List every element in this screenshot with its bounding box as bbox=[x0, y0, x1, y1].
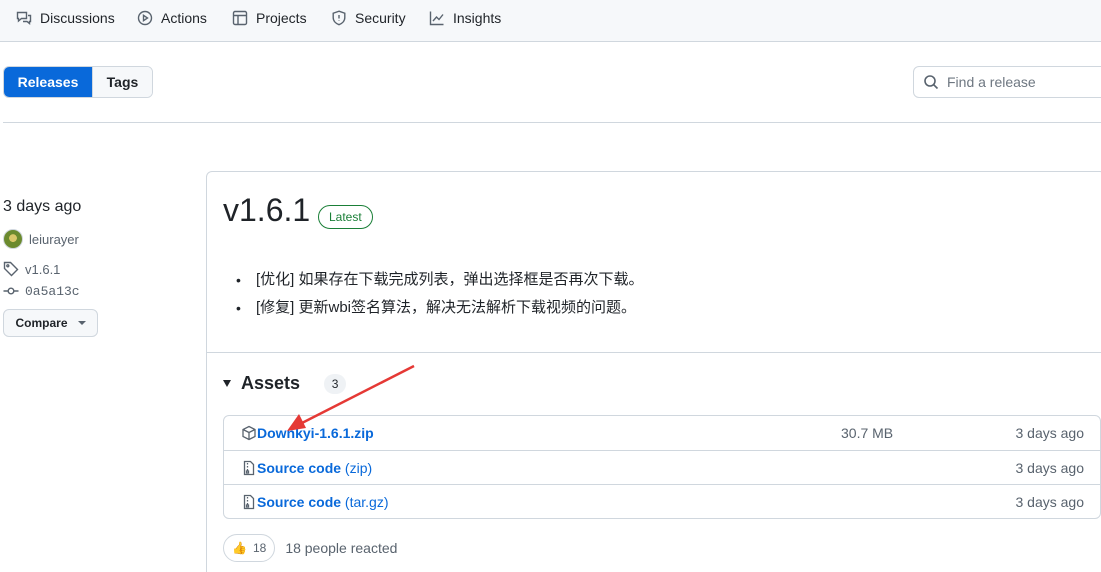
reaction-count: 18 bbox=[252, 541, 267, 555]
asset-row: Source code (tar.gz) 3 days ago bbox=[224, 484, 1100, 518]
asset-link[interactable]: Downkyi-1.6.1.zip bbox=[257, 425, 374, 441]
shield-icon bbox=[332, 10, 346, 26]
tags-tab[interactable]: Tags bbox=[92, 67, 152, 97]
tag-label[interactable]: v1.6.1 bbox=[25, 262, 60, 277]
release-notes: • [优化] 如果存在下载完成列表，弹出选择框是否再次下载。 • [修复] 更新… bbox=[236, 266, 644, 322]
nav-insights[interactable]: Insights bbox=[429, 0, 501, 36]
nav-label: Discussions bbox=[40, 10, 115, 26]
chevron-down-icon bbox=[77, 321, 86, 325]
thumbs-up-icon: 👍 bbox=[232, 541, 247, 555]
section-divider bbox=[207, 352, 1101, 353]
asset-time: 3 days ago bbox=[1015, 425, 1085, 441]
release-commit[interactable]: 0a5a13c bbox=[3, 283, 80, 299]
release-title[interactable]: v1.6.1 bbox=[223, 192, 310, 229]
comment-discussion-icon bbox=[16, 11, 32, 25]
play-icon bbox=[137, 10, 153, 26]
asset-row: Downkyi-1.6.1.zip 30.7 MB 3 days ago bbox=[224, 416, 1100, 450]
divider bbox=[3, 122, 1101, 123]
bullet: • bbox=[236, 272, 241, 288]
assets-title: Assets bbox=[241, 373, 301, 393]
assets-list: Downkyi-1.6.1.zip 30.7 MB 3 days ago Sou… bbox=[223, 415, 1101, 519]
asset-name[interactable]: Downkyi-1.6.1.zip bbox=[257, 425, 374, 441]
triangle-down-icon bbox=[223, 380, 231, 387]
release-author[interactable]: leiurayer bbox=[3, 229, 79, 249]
nav-actions[interactable]: Actions bbox=[137, 0, 207, 36]
avatar[interactable] bbox=[3, 229, 23, 249]
nav-label: Security bbox=[355, 10, 406, 26]
reaction-summary: 18 people reacted bbox=[285, 540, 398, 556]
release-tag[interactable]: v1.6.1 bbox=[3, 261, 60, 277]
release-note-item: • [修复] 更新wbi签名算法，解决无法解析下载视频的问题。 bbox=[236, 294, 644, 322]
latest-badge: Latest bbox=[318, 205, 373, 229]
nav-label: Actions bbox=[161, 10, 207, 26]
nav-label: Insights bbox=[453, 10, 502, 26]
asset-ext[interactable]: (zip) bbox=[345, 460, 372, 476]
releases-tab[interactable]: Releases bbox=[4, 67, 92, 97]
asset-time: 3 days ago bbox=[1015, 493, 1085, 510]
release-note-item: • [优化] 如果存在下载完成列表，弹出选择框是否再次下载。 bbox=[236, 266, 644, 294]
bullet: • bbox=[236, 300, 241, 316]
tag-icon bbox=[3, 261, 19, 277]
nav-projects[interactable]: Projects bbox=[232, 0, 307, 36]
compare-button[interactable]: Compare bbox=[3, 309, 98, 337]
release-date: 3 days ago bbox=[3, 198, 82, 215]
release-search bbox=[913, 66, 1101, 98]
repo-nav: Discussions Actions Projects Security In… bbox=[0, 0, 1101, 42]
note-text: [优化] 如果存在下载完成列表，弹出选择框是否再次下载。 bbox=[256, 271, 644, 288]
compare-label: Compare bbox=[15, 316, 68, 330]
note-text: [修复] 更新wbi签名算法，解决无法解析下载视频的问题。 bbox=[256, 299, 637, 316]
assets-count: 3 bbox=[324, 373, 347, 394]
assets-toggle[interactable]: Assets 3 bbox=[223, 373, 347, 394]
asset-size: 30.7 MB bbox=[841, 425, 894, 441]
nav-label: Projects bbox=[256, 10, 307, 26]
search-icon bbox=[924, 75, 939, 90]
file-zip-icon bbox=[243, 494, 255, 509]
thumbs-up-reaction[interactable]: 👍 18 bbox=[223, 534, 276, 562]
graph-icon bbox=[429, 11, 444, 26]
package-icon bbox=[242, 425, 256, 441]
asset-link[interactable]: Source code (zip) bbox=[257, 460, 372, 476]
releases-tags-toggle: Releases Tags bbox=[3, 66, 153, 98]
asset-ext[interactable]: (tar.gz) bbox=[345, 494, 389, 510]
author-name[interactable]: leiurayer bbox=[29, 232, 79, 247]
commit-sha[interactable]: 0a5a13c bbox=[25, 284, 80, 299]
asset-row: Source code (zip) 3 days ago bbox=[224, 450, 1100, 484]
file-zip-icon bbox=[243, 460, 255, 475]
asset-name[interactable]: Source code bbox=[257, 494, 341, 510]
asset-time: 3 days ago bbox=[1015, 459, 1085, 476]
git-commit-icon bbox=[3, 287, 19, 295]
asset-link[interactable]: Source code (tar.gz) bbox=[257, 494, 389, 510]
table-icon bbox=[232, 10, 248, 26]
reactions: 👍 18 18 people reacted bbox=[223, 534, 397, 562]
nav-security[interactable]: Security bbox=[331, 0, 406, 36]
release-search-input[interactable] bbox=[947, 74, 1101, 90]
asset-name[interactable]: Source code bbox=[257, 460, 341, 476]
nav-discussions[interactable]: Discussions bbox=[16, 0, 115, 36]
